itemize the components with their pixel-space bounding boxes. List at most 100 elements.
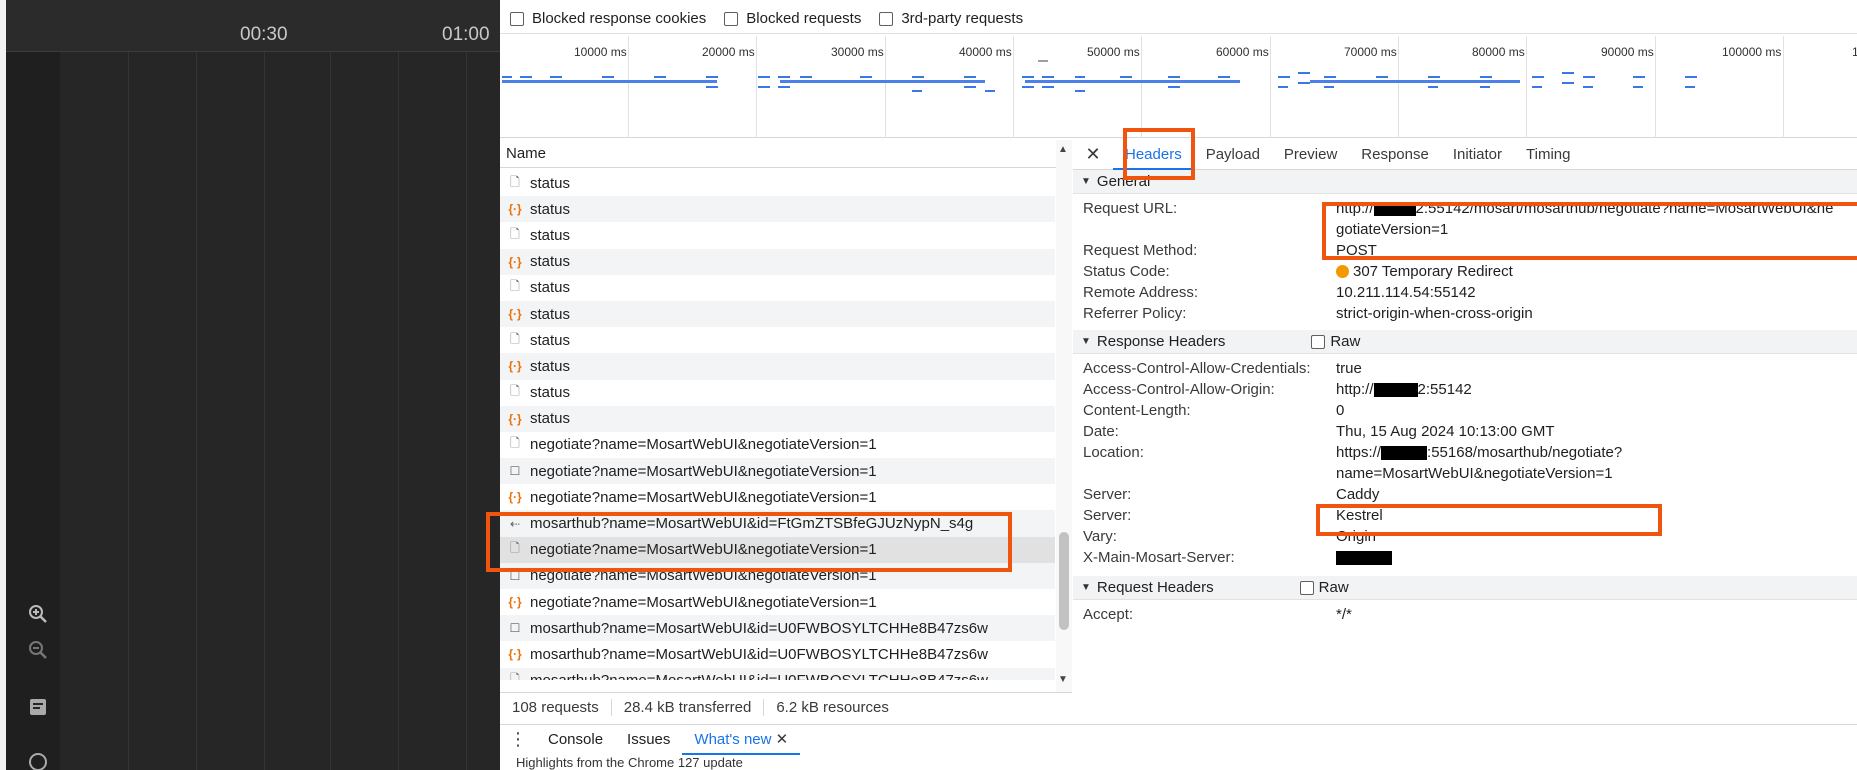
filter-label: Blocked requests bbox=[746, 10, 862, 27]
overview-request-bar bbox=[1278, 76, 1290, 78]
redacted-block bbox=[1381, 446, 1428, 461]
header-value: strict-origin-when-cross-origin bbox=[1336, 305, 1533, 322]
tab-headers[interactable]: Headers bbox=[1113, 140, 1194, 170]
request-row[interactable]: {·} mosarthub?name=MosartWebUI&id=U0FWBOS… bbox=[500, 641, 1055, 667]
tab-initiator[interactable]: Initiator bbox=[1441, 140, 1514, 170]
checkbox[interactable] bbox=[879, 11, 894, 26]
tab-console[interactable]: Console bbox=[536, 725, 615, 755]
header-key-empty bbox=[1083, 463, 1336, 484]
tab-payload[interactable]: Payload bbox=[1194, 140, 1272, 170]
filter-label: 3rd-party requests bbox=[901, 10, 1024, 27]
overview-request-bar bbox=[1583, 76, 1595, 78]
overview-request-bar bbox=[502, 76, 512, 78]
request-row[interactable]: {·} status bbox=[500, 248, 1055, 275]
overview-request-bar bbox=[1022, 86, 1034, 88]
column-header-label: Name bbox=[506, 145, 547, 162]
request-name: status bbox=[530, 305, 571, 323]
filter-blocked-requests[interactable]: Blocked requests bbox=[724, 10, 861, 27]
overview-request-bar bbox=[1685, 76, 1697, 78]
filter-3rd-party-requests[interactable]: 3rd-party requests bbox=[879, 10, 1023, 27]
devtools-network-panel: Blocked response cookies Blocked request… bbox=[486, 0, 1857, 770]
timeline-grid-line bbox=[398, 52, 399, 770]
timeline-label-60s: 01:00 bbox=[442, 24, 490, 45]
more-options-icon[interactable]: ⋮ bbox=[500, 729, 536, 750]
request-row[interactable]: ☐ negotiate?name=MosartWebUI&negotiateVer… bbox=[500, 458, 1055, 485]
request-row[interactable]: ☐ mosarthub?name=MosartWebUI&id=U0FWBOSYL… bbox=[500, 615, 1055, 642]
header-value: 10.211.114.54:55142 bbox=[1336, 284, 1476, 301]
overview-label: 10000 ms bbox=[574, 45, 627, 59]
request-row[interactable]: {·} status bbox=[500, 405, 1055, 432]
status-warning-icon bbox=[1336, 265, 1349, 278]
overview-tick bbox=[1526, 36, 1527, 138]
scrollbar-thumb[interactable] bbox=[1059, 532, 1069, 630]
request-method-row: Request Method: POST bbox=[1073, 240, 1857, 261]
request-row[interactable]: 🗋 status bbox=[500, 170, 1055, 196]
close-icon[interactable]: ✕ bbox=[1073, 144, 1113, 165]
header-key: Access-Control-Allow-Origin: bbox=[1083, 381, 1275, 398]
overview-request-bar bbox=[502, 80, 717, 83]
scroll-up-arrow[interactable]: ▲ bbox=[1058, 144, 1068, 155]
request-name: status bbox=[530, 279, 571, 297]
request-row[interactable]: ⇠ mosarthub?name=MosartWebUI&id=FtGmZTSBf… bbox=[500, 510, 1055, 537]
checkbox[interactable] bbox=[1299, 580, 1314, 595]
header-key: Remote Address: bbox=[1083, 284, 1199, 301]
request-name: status bbox=[530, 384, 571, 402]
fetch-xhr-icon: {·} bbox=[508, 595, 522, 610]
notes-icon[interactable] bbox=[26, 698, 50, 722]
overview-request-bar bbox=[1298, 82, 1310, 84]
request-list-scrollbar[interactable]: ▲ ▼ bbox=[1056, 140, 1072, 692]
resources-size: 6.2 kB resources bbox=[776, 699, 889, 716]
overview-request-bar bbox=[985, 90, 995, 92]
checkbox[interactable] bbox=[1311, 334, 1326, 349]
request-row[interactable]: {·} status bbox=[500, 353, 1055, 380]
content-length-row: Content-Length: 0 bbox=[1073, 400, 1857, 421]
header-value: true bbox=[1336, 360, 1362, 377]
document-icon: 🗋 bbox=[510, 226, 520, 241]
overview-request-bar bbox=[1075, 90, 1085, 92]
request-row[interactable]: ☐ negotiate?name=MosartWebUI&negotiateVer… bbox=[500, 562, 1055, 589]
status-code-row: Status Code: 307 Temporary Redirect bbox=[1073, 261, 1857, 282]
raw-toggle[interactable]: Raw bbox=[1299, 579, 1349, 596]
tab-timing[interactable]: Timing bbox=[1514, 140, 1582, 170]
timeline-ruler[interactable]: 00:30 01:00 bbox=[6, 0, 500, 52]
request-row[interactable]: 🗋 status bbox=[500, 222, 1055, 248]
help-icon[interactable] bbox=[26, 752, 50, 770]
checkbox[interactable] bbox=[724, 11, 739, 26]
request-row[interactable]: 🗋 negotiate?name=MosartWebUI&negotiateVer… bbox=[500, 432, 1055, 458]
scroll-down-arrow[interactable]: ▼ bbox=[1058, 674, 1068, 685]
request-headers-section-header[interactable]: ▼ Request Headers Raw bbox=[1073, 576, 1857, 600]
overview-request-bar bbox=[550, 76, 562, 78]
close-icon[interactable]: ✕ bbox=[776, 731, 789, 748]
location-row-continued: name=MosartWebUI&negotiateVersion=1 bbox=[1073, 463, 1857, 484]
collapse-triangle-icon[interactable]: ▼ bbox=[1081, 336, 1091, 347]
request-row[interactable]: 🗋 negotiate?name=MosartWebUI&negotiateVer… bbox=[500, 536, 1055, 563]
request-row[interactable]: 🗋 mosarthub?name=MosartWebUI&id=U0FWBOSYL… bbox=[500, 667, 1055, 680]
request-row[interactable]: {·} negotiate?name=MosartWebUI&negotiateV… bbox=[500, 484, 1055, 510]
collapse-triangle-icon[interactable]: ▼ bbox=[1081, 582, 1091, 593]
filter-blocked-response-cookies[interactable]: Blocked response cookies bbox=[510, 10, 706, 27]
overview-label: 30000 ms bbox=[831, 45, 884, 59]
request-row[interactable]: 🗋 status bbox=[500, 380, 1055, 406]
tab-issues[interactable]: Issues bbox=[615, 725, 682, 755]
tab-whats-new[interactable]: What's new ✕ bbox=[682, 725, 801, 755]
checkbox[interactable] bbox=[510, 11, 524, 26]
tab-preview[interactable]: Preview bbox=[1272, 140, 1349, 170]
request-row[interactable]: {·} status bbox=[500, 300, 1055, 328]
response-headers-section-header[interactable]: ▼ Response Headers Raw bbox=[1073, 330, 1857, 354]
request-rows: 🗋 status {·} status 🗋 status {·} status 🗋 status{… bbox=[500, 170, 1055, 680]
tab-response[interactable]: Response bbox=[1349, 140, 1441, 170]
request-row[interactable]: 🗋 status bbox=[500, 327, 1055, 353]
network-overview[interactable]: 10000 ms 20000 ms 30000 ms 40000 ms 5000… bbox=[500, 36, 1857, 138]
column-header-name[interactable]: Name bbox=[500, 140, 1071, 168]
overview-request-bar bbox=[778, 86, 790, 88]
request-row[interactable]: {·} negotiate?name=MosartWebUI&negotiateV… bbox=[500, 589, 1055, 615]
zoom-out-icon[interactable] bbox=[26, 640, 50, 664]
header-key: Request URL: bbox=[1083, 200, 1178, 217]
zoom-in-icon[interactable] bbox=[26, 604, 50, 628]
collapse-triangle-icon[interactable]: ▼ bbox=[1081, 176, 1091, 187]
request-row[interactable]: {·} status bbox=[500, 196, 1055, 223]
request-row[interactable]: 🗋 status bbox=[500, 275, 1055, 301]
general-section-header[interactable]: ▼ General bbox=[1073, 170, 1857, 194]
raw-toggle[interactable]: Raw bbox=[1311, 333, 1360, 350]
url-rest: :55168/mosarthub/negotiate? bbox=[1427, 444, 1623, 461]
